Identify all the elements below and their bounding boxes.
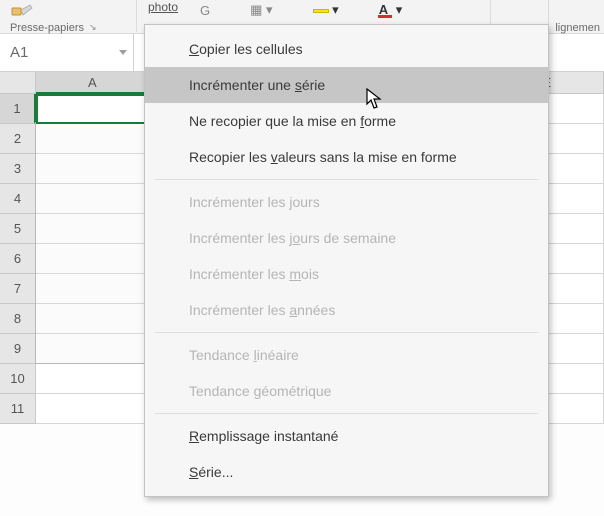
menu-item[interactable]: Incrémenter une série — [145, 67, 548, 103]
clipboard-group — [8, 2, 40, 22]
menu-item: Tendance géométrique — [145, 373, 548, 409]
menu-item[interactable]: Copier les cellules — [145, 31, 548, 67]
photo-label: photo — [148, 0, 178, 14]
menu-item: Tendance linéaire — [145, 337, 548, 373]
row-header[interactable]: 6 — [0, 244, 36, 274]
row-header[interactable]: 4 — [0, 184, 36, 214]
row-header[interactable]: 3 — [0, 154, 36, 184]
clipboard-group-label: Presse-papiers ↘ — [10, 22, 97, 34]
row-header[interactable]: 1 — [0, 94, 36, 124]
cell[interactable] — [36, 304, 150, 334]
menu-item[interactable]: Série... — [145, 454, 548, 490]
cell[interactable] — [36, 394, 150, 424]
menu-item[interactable]: Ne recopier que la mise en forme — [145, 103, 548, 139]
menu-separator — [155, 179, 538, 180]
border-button[interactable]: ▦ ▾ — [250, 2, 272, 18]
row-header[interactable]: 2 — [0, 124, 36, 154]
cell[interactable] — [36, 184, 150, 214]
menu-item: Incrémenter les mois — [145, 256, 548, 292]
name-box[interactable]: A1 — [0, 34, 134, 71]
font-button[interactable]: G — [200, 3, 210, 18]
select-all-corner[interactable] — [0, 72, 36, 94]
cell[interactable] — [36, 274, 150, 304]
menu-separator — [155, 413, 538, 414]
cell[interactable] — [36, 364, 150, 394]
dialog-launcher-icon[interactable]: ↘ — [89, 22, 97, 32]
row-headers: 1234567891011 — [0, 94, 36, 424]
alignment-group-label: lignemen — [555, 22, 600, 34]
cell[interactable] — [36, 214, 150, 244]
row-header[interactable]: 5 — [0, 214, 36, 244]
format-painter-icon[interactable] — [8, 2, 40, 22]
column-header[interactable]: A — [36, 72, 150, 94]
row-header[interactable]: 9 — [0, 334, 36, 364]
row-header[interactable]: 11 — [0, 394, 36, 424]
cell[interactable] — [36, 94, 150, 124]
menu-item: Incrémenter les jours — [145, 184, 548, 220]
cell[interactable] — [36, 334, 150, 364]
menu-item[interactable]: Remplissage instantané — [145, 418, 548, 454]
cell[interactable] — [36, 124, 150, 154]
ribbon-font-tools: G ▦ ▾ ▾ A ▾ — [200, 0, 402, 20]
menu-item[interactable]: Recopier les valeurs sans la mise en for… — [145, 139, 548, 175]
menu-item: Incrémenter les années — [145, 292, 548, 328]
autofill-context-menu: Copier les cellulesIncrémenter une série… — [144, 24, 549, 497]
name-box-value: A1 — [10, 44, 28, 61]
fill-color-button[interactable]: ▾ — [313, 2, 339, 18]
cell[interactable] — [36, 154, 150, 184]
menu-separator — [155, 332, 538, 333]
row-header[interactable]: 10 — [0, 364, 36, 394]
font-color-button[interactable]: A ▾ — [379, 2, 403, 18]
row-header[interactable]: 7 — [0, 274, 36, 304]
chevron-down-icon[interactable] — [119, 50, 127, 55]
row-header[interactable]: 8 — [0, 304, 36, 334]
cell[interactable] — [36, 244, 150, 274]
menu-item: Incrémenter les jours de semaine — [145, 220, 548, 256]
